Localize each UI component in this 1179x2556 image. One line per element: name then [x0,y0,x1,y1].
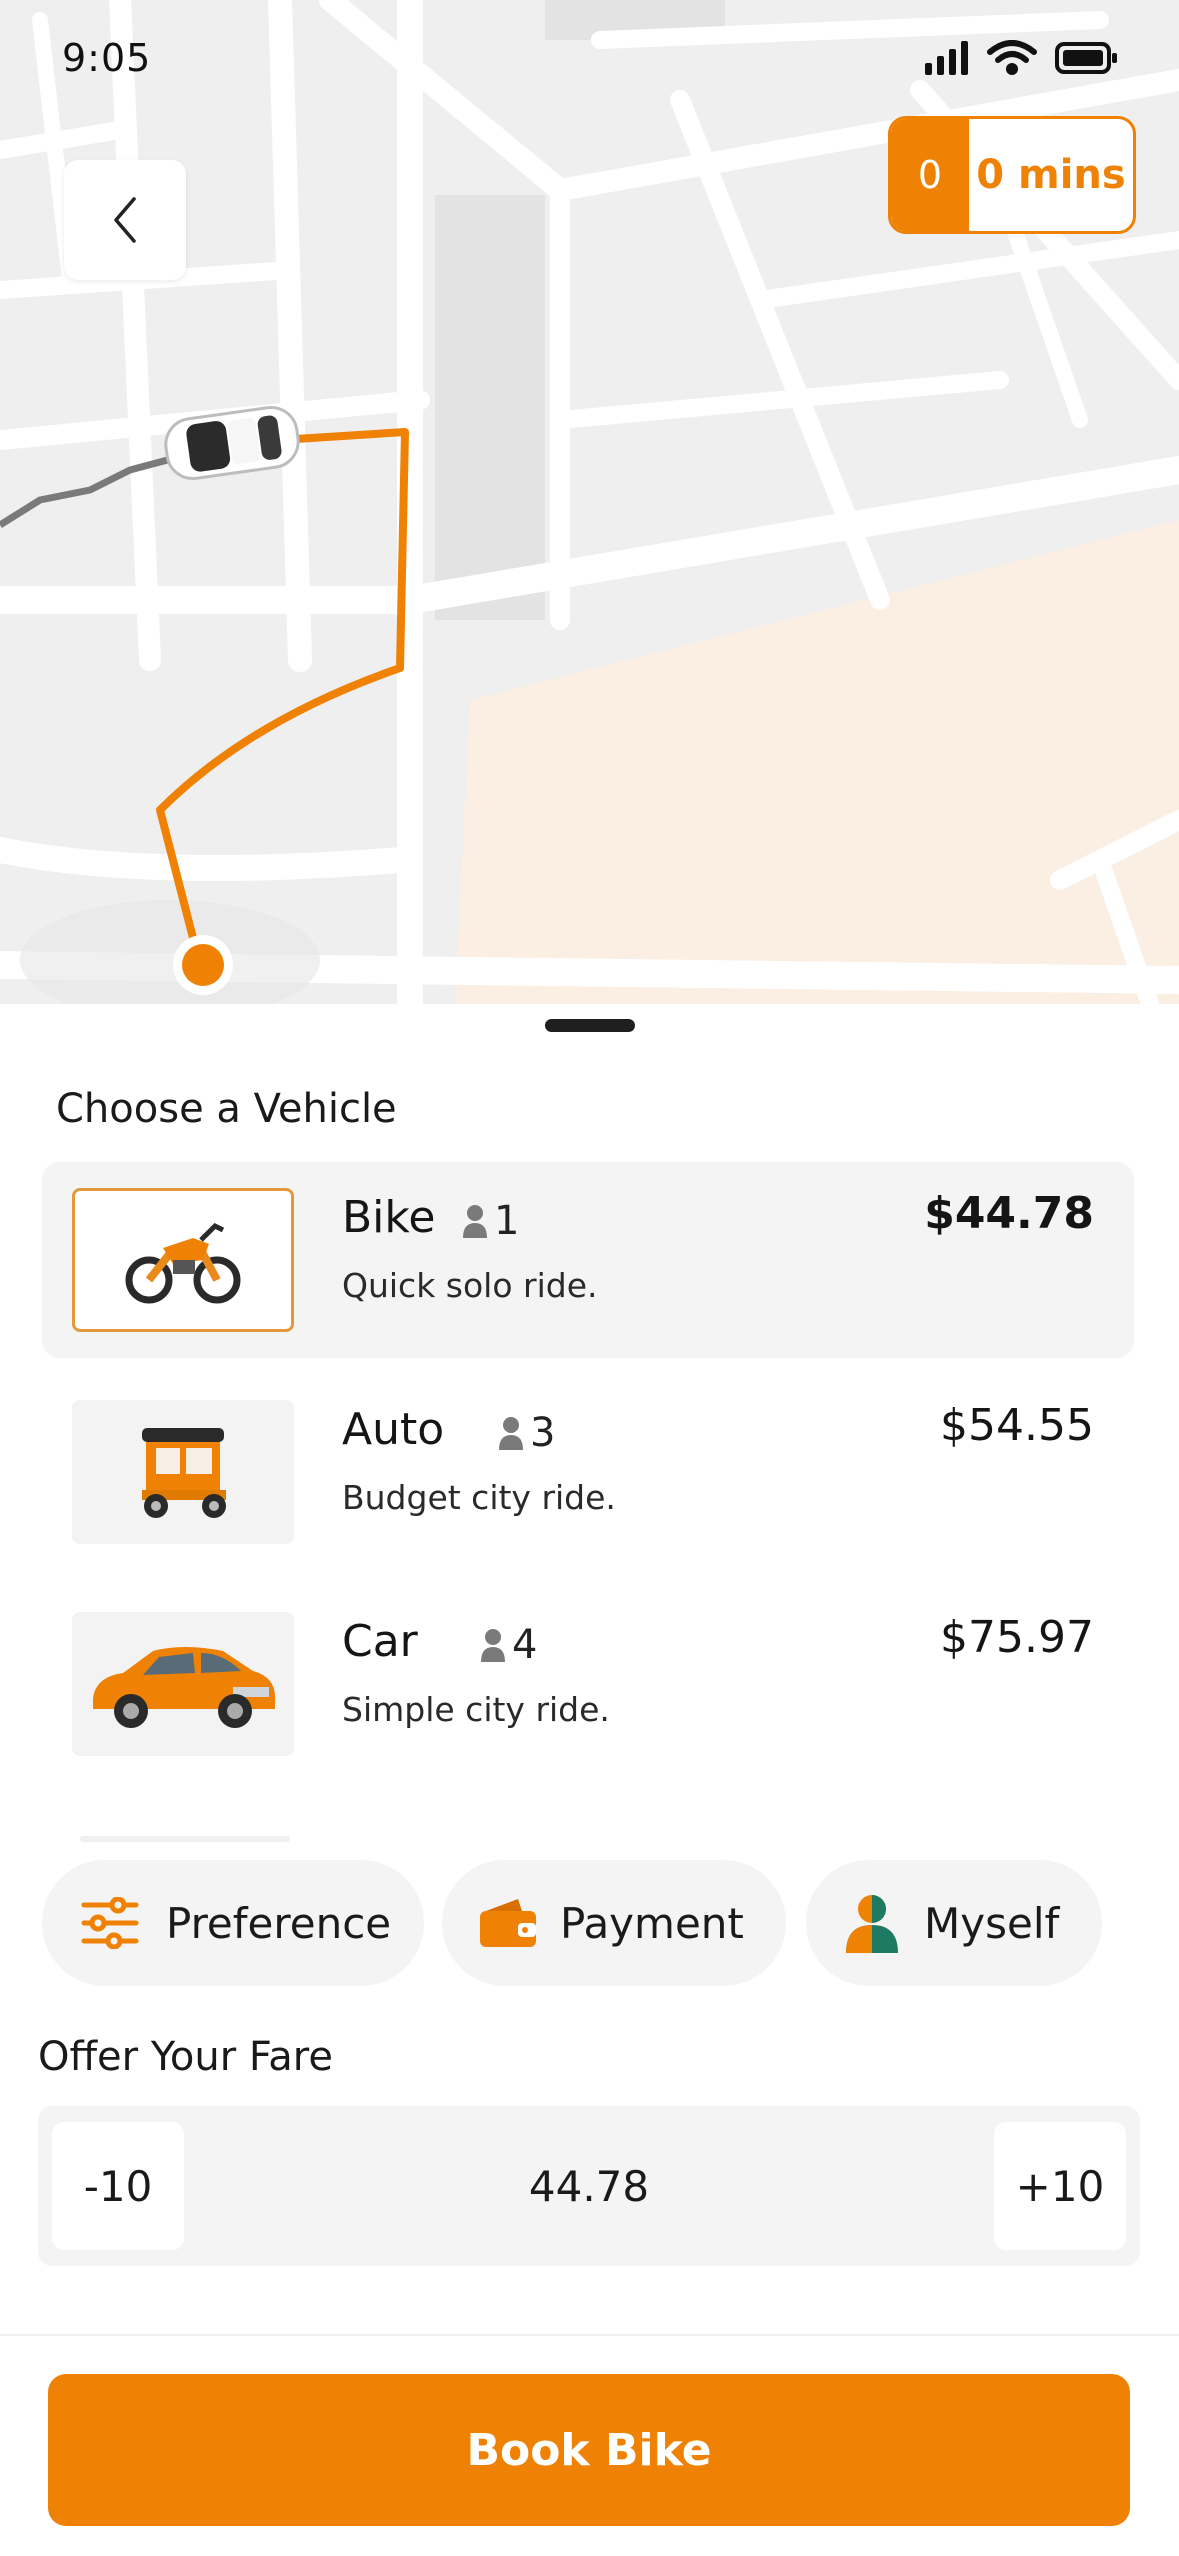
status-bar: 9:05 [0,0,1179,110]
vehicle-capacity: 3 [498,1410,555,1456]
vehicle-price: $75.97 [940,1612,1094,1663]
chip-label: Preference [166,1898,392,1948]
auto-rickshaw-icon [142,1428,226,1518]
back-button[interactable] [64,160,186,280]
signal-icon [925,41,968,75]
vehicle-thumb [72,1612,294,1756]
fare-increment-button[interactable]: +10 [994,2122,1126,2250]
vehicle-option-car[interactable]: Car 4 Simple city ride. $75.97 [42,1586,1134,1782]
eta-badge: 0 0 mins [888,116,1136,234]
vehicle-thumb [72,1400,294,1544]
vehicle-name: Car [342,1616,418,1667]
vehicle-description: Quick solo ride. [342,1266,598,1305]
wallet-icon [480,1899,536,1947]
vehicle-description: Simple city ride. [342,1690,610,1729]
person-icon [499,1417,523,1450]
vehicle-option-auto[interactable]: Auto 3 Budget city ride. $54.55 [42,1374,1134,1570]
car-icon [93,1647,275,1728]
vehicle-capacity-count: 1 [494,1198,520,1244]
vehicle-list[interactable]: Bike 1 Quick solo ride. $44.78 Auto 3 Bu… [0,1162,1179,1842]
bottom-sheet: Choose a Vehicle Bike 1 Quick solo ride.… [0,1004,1179,2556]
vehicle-capacity: 4 [480,1622,537,1668]
options-chips: Preference Payment Myself [0,1860,1179,1990]
fare-value[interactable]: 44.78 [238,2106,940,2266]
vehicle-capacity-count: 4 [512,1622,538,1668]
book-button[interactable]: Book Bike [48,2374,1130,2526]
vehicle-name: Bike [342,1192,436,1243]
person-icon [846,1895,898,1953]
sheet-drag-handle[interactable] [545,1019,635,1032]
eta-minutes: 0 mins [976,152,1126,198]
map-view[interactable]: 9:05 0 0 mins [0,0,1179,1004]
battery-icon [1055,42,1117,74]
preference-chip[interactable]: Preference [42,1860,424,1986]
vehicle-option-bike[interactable]: Bike 1 Quick solo ride. $44.78 [42,1162,1134,1358]
offer-fare-title: Offer Your Fare [38,2034,333,2080]
vehicle-price: $44.78 [924,1188,1094,1239]
vehicle-name: Auto [342,1404,445,1455]
vehicle-thumb [72,1188,294,1332]
vehicle-description: Budget city ride. [342,1478,616,1517]
vehicle-capacity-count: 3 [530,1410,556,1456]
status-time: 9:05 [62,36,152,80]
chip-label: Payment [560,1898,744,1948]
choose-vehicle-title: Choose a Vehicle [56,1086,397,1132]
myself-chip[interactable]: Myself [806,1860,1102,1986]
fare-stepper: -10 44.78 +10 [38,2106,1140,2266]
fare-decrement-button[interactable]: -10 [52,2122,184,2250]
sliders-icon [81,1897,139,1949]
chip-label: Myself [924,1898,1060,1948]
wifi-icon [987,40,1037,75]
status-icons [925,40,1119,76]
person-icon [463,1205,487,1238]
chevron-left-icon [114,197,136,243]
vehicle-option-partial[interactable] [80,1836,290,1842]
eta-count: 0 [891,119,969,231]
vehicle-price: $54.55 [940,1400,1094,1451]
payment-chip[interactable]: Payment [442,1860,786,1986]
divider [0,2334,1179,2336]
vehicle-capacity: 1 [462,1198,519,1244]
motorbike-icon [125,1222,241,1304]
person-icon [481,1629,505,1662]
